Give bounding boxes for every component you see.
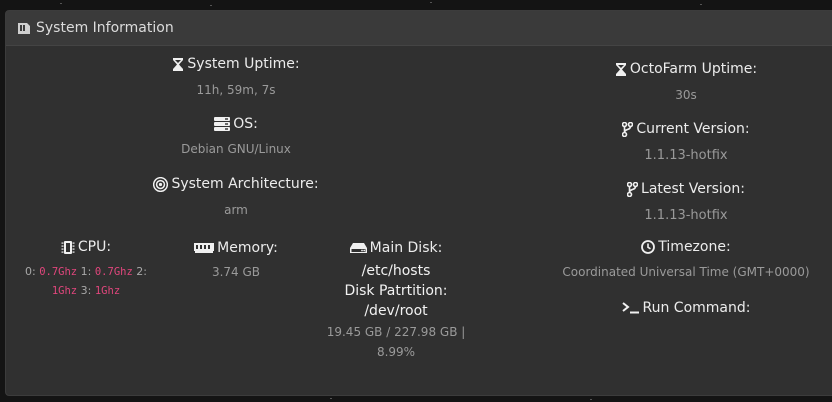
server-icon xyxy=(214,117,231,131)
hourglass-icon xyxy=(173,57,184,71)
current-version: Current Version: 1.1.13-hotfix xyxy=(586,121,786,163)
cpu-cores-line-1: 0: 0.7Ghz 1: 0.7Ghz 2: xyxy=(24,264,148,278)
disk-partition-label: Disk Patrtition: xyxy=(344,283,448,299)
memory-label: Memory: xyxy=(217,240,278,256)
code-branch-icon xyxy=(622,121,634,137)
system-uptime-value: 11h, 59m, 7s xyxy=(196,82,276,97)
cpu-info: CPU: 0: 0.7Ghz 1: 0.7Ghz 2: 1Ghz 3: 1Ghz xyxy=(16,239,156,297)
target-icon xyxy=(153,176,169,192)
system-information-card: System Information System Uptime: 11h, 5… xyxy=(5,10,832,396)
card-header: System Information xyxy=(6,11,832,46)
os-info: OS: Debian GNU/Linux xyxy=(136,116,336,156)
current-version-value: 1.1.13-hotfix xyxy=(644,147,728,163)
hdd-icon xyxy=(349,243,367,253)
cpu-core-speed: 1Ghz xyxy=(51,284,78,297)
octofarm-uptime-value: 30s xyxy=(675,87,697,102)
disk-partition-value: /dev/root xyxy=(364,303,428,319)
hourglass-icon xyxy=(615,62,626,76)
cpu-core-speed: 1Ghz xyxy=(94,284,121,297)
memory-icon xyxy=(194,243,215,253)
hdd-icon xyxy=(18,23,30,34)
system-architecture: System Architecture: arm xyxy=(136,176,336,217)
latest-version-value: 1.1.13-hotfix xyxy=(644,207,728,223)
octofarm-uptime-label: OctoFarm Uptime: xyxy=(629,61,758,77)
timezone-label: Timezone: xyxy=(658,239,731,255)
terminal-icon xyxy=(621,302,639,314)
code-branch-icon xyxy=(627,181,639,197)
run-command[interactable]: Run Command: xyxy=(586,299,786,318)
main-disk-label: Main Disk: xyxy=(369,240,443,256)
current-version-label: Current Version: xyxy=(636,121,750,137)
os-value: Debian GNU/Linux xyxy=(181,142,291,156)
run-command-label[interactable]: Run Command: xyxy=(643,300,751,316)
os-label: OS: xyxy=(233,116,258,132)
cpu-label: CPU: xyxy=(77,239,112,255)
main-disk-info: Main Disk: /etc/hosts Disk Patrtition: /… xyxy=(306,239,486,359)
system-architecture-label: System Architecture: xyxy=(171,176,319,192)
microchip-icon xyxy=(61,240,75,254)
cpu-core-speed: 0.7Ghz xyxy=(94,265,133,278)
memory-value: 3.74 GB xyxy=(211,265,261,279)
disk-usage: 19.45 GB / 227.98 GB | xyxy=(326,325,466,339)
memory-info: Memory: 3.74 GB xyxy=(166,239,306,279)
octofarm-uptime: OctoFarm Uptime: 30s xyxy=(586,61,786,102)
system-uptime: System Uptime: 11h, 59m, 7s xyxy=(136,56,336,97)
latest-version: Latest Version: 1.1.13-hotfix xyxy=(586,181,786,223)
disk-usage-percent: 8.99% xyxy=(376,345,416,359)
system-architecture-value: arm xyxy=(224,202,248,217)
main-disk-path: /etc/hosts xyxy=(361,263,431,279)
cpu-cores-line-2: 1Ghz 3: 1Ghz xyxy=(51,283,121,297)
cpu-core-speed: 0.7Ghz xyxy=(39,265,78,278)
clock-icon xyxy=(641,240,656,254)
latest-version-label: Latest Version: xyxy=(641,181,745,197)
timezone-value: Coordinated Universal Time (GMT+0000) xyxy=(562,265,810,279)
timezone-info: Timezone: Coordinated Universal Time (GM… xyxy=(556,239,816,279)
system-uptime-label: System Uptime: xyxy=(187,56,300,72)
card-title: System Information xyxy=(36,20,174,36)
